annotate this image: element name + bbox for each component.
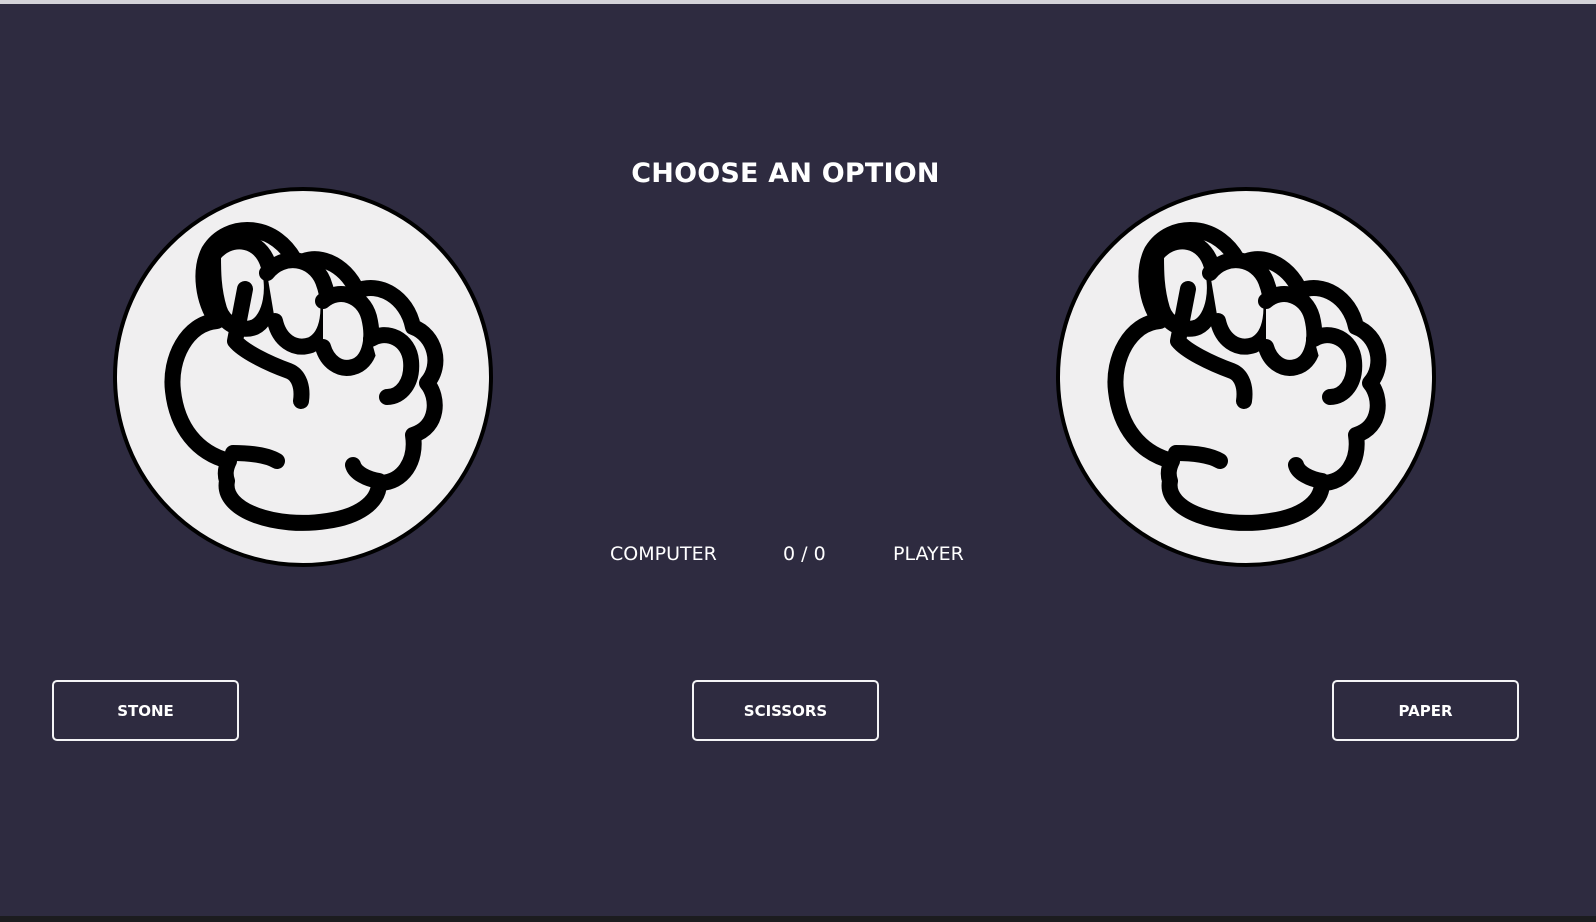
browser-bottom-edge bbox=[0, 916, 1596, 922]
page-title: CHOOSE AN OPTION bbox=[631, 158, 940, 189]
scoreboard: COMPUTER 0 / 0 PLAYER bbox=[0, 543, 1596, 569]
computer-hand-display bbox=[113, 187, 493, 567]
player-label: PLAYER bbox=[893, 543, 964, 565]
scissors-button[interactable]: SCISSORS bbox=[692, 680, 879, 741]
computer-label: COMPUTER bbox=[610, 543, 717, 565]
raised-fist-icon bbox=[1107, 222, 1387, 531]
paper-button[interactable]: PAPER bbox=[1332, 680, 1519, 741]
player-hand-display bbox=[1056, 187, 1436, 567]
browser-top-edge bbox=[0, 0, 1596, 4]
score-display: 0 / 0 bbox=[783, 543, 826, 565]
stone-button[interactable]: STONE bbox=[52, 680, 239, 741]
raised-fist-icon bbox=[164, 222, 444, 531]
